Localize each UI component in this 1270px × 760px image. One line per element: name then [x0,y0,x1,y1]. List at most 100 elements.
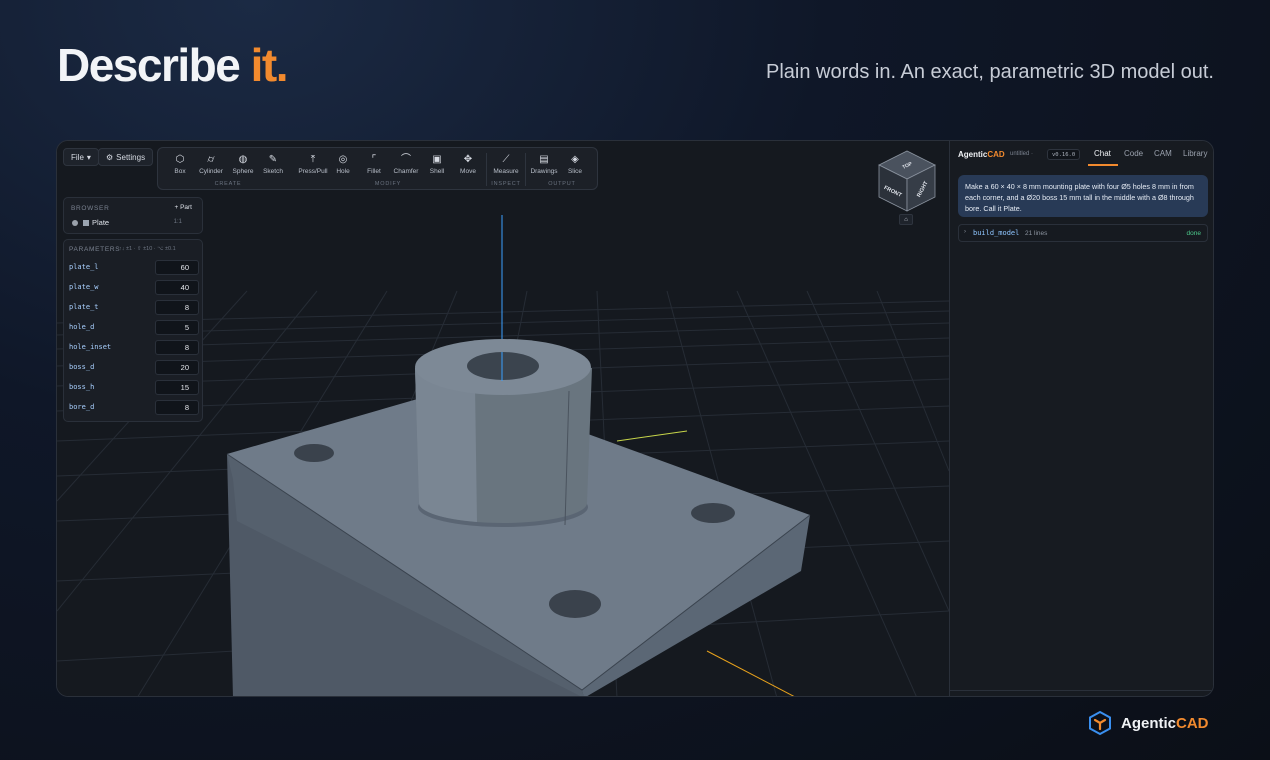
param-value-input[interactable]: 20 [155,360,199,375]
hero-tagline: Plain words in. An exact, parametric 3D … [766,61,1214,83]
tool-slice[interactable]: ◈ Slice [559,154,591,175]
tool-fillet-label: Fillet [367,168,381,175]
param-name: plate_l [69,263,99,271]
home-view-button[interactable]: ⌂ [899,214,913,225]
param-name: boss_d [69,363,95,371]
tab-library[interactable]: Library [1183,149,1207,158]
param-value-input[interactable]: 8 [155,340,199,355]
view-cube[interactable]: TOP FRONT RIGHT [877,149,937,213]
param-value-input[interactable]: 15 [155,380,199,395]
document-icon: ▤ [539,154,549,165]
param-row: plate_w 40 [69,280,199,296]
group-label-inspect: INSPECT [491,181,521,187]
cylinder-icon: ⌭ [207,154,215,165]
shell-icon: ▣ [432,154,442,165]
user-message: Make a 60 × 40 × 8 mm mounting plate wit… [958,175,1208,217]
version-badge: v0.16.0 [1047,149,1081,160]
tool-sketch[interactable]: ✎ Sketch [257,154,289,175]
tool-fillet[interactable]: ⌜ Fillet [358,154,390,175]
param-value-input[interactable]: 40 [155,280,199,295]
param-name: boss_h [69,383,95,391]
axis-y-line [616,430,688,442]
browser-heading: BROWSER [71,205,110,212]
param-row: plate_l 60 [69,260,199,276]
parameters-panel: PARAMETERS ↑↓ ±1 · ⇧ ±10 · ⌥ ±0.1 plate_… [63,239,203,422]
hero-title: Describe it. [57,38,289,92]
tool-drawings-label: Drawings [530,168,558,175]
sphere-icon: ◍ [238,154,248,165]
move-icon: ✥ [463,154,473,165]
param-value-input[interactable]: 8 [155,300,199,315]
tool-call-status: done [1186,230,1201,237]
ruler-icon: ⟋ [502,154,510,165]
tool-box-label: Box [174,168,186,175]
param-name: plate_w [69,283,99,291]
param-value-input[interactable]: 8 [155,400,199,415]
tool-drawings[interactable]: ▤ Drawings [528,154,560,175]
footer-brand-main: Agentic [1121,714,1177,732]
parameters-heading: PARAMETERS [69,246,121,253]
tool-move-label: Move [460,168,476,175]
tool-sketch-label: Sketch [263,168,283,175]
axis-x-line [706,650,795,696]
tool-sphere-label: Sphere [232,168,254,175]
tab-chat[interactable]: Chat [1094,149,1111,158]
param-row: hole_d 5 [69,320,199,336]
tool-slice-label: Slice [567,168,583,175]
tool-move[interactable]: ✥ Move [452,154,484,175]
tab-cam[interactable]: CAM [1154,149,1172,158]
param-value-input[interactable]: 5 [155,320,199,335]
chat-input-area[interactable] [950,690,1213,696]
tool-hole-label: Hole [336,168,350,175]
settings-button[interactable]: ⚙ Settings [98,148,154,166]
document-name[interactable]: untitled · [1010,151,1033,157]
sidebar-brand-main: Agentic [958,150,988,159]
group-label-output: OUTPUT [548,181,576,187]
chevron-down-icon: ▾ [86,152,91,162]
tool-box[interactable]: ⬡ Box [164,154,196,175]
param-name: hole_d [69,323,95,331]
gear-icon: ⚙ [106,152,114,162]
parameters-hint: ↑↓ ±1 · ⇧ ±10 · ⌥ ±0.1 [119,246,176,252]
tab-code[interactable]: Code [1124,149,1143,158]
active-tab-indicator [1088,164,1118,166]
hole-icon: ◎ [338,154,348,165]
pencil-icon: ✎ [268,154,278,165]
tool-cylinder-label: Cylinder [199,168,223,175]
file-menu-button[interactable]: File ▾ [63,148,99,166]
tool-hole[interactable]: ◎ Hole [327,154,359,175]
tool-shell[interactable]: ▣ Shell [421,154,453,175]
add-part-button[interactable]: + Part [174,204,192,211]
param-value-input[interactable]: 60 [155,260,199,275]
param-row: boss_d 20 [69,360,199,376]
param-name: bore_d [69,403,95,411]
logo-icon [1089,710,1111,736]
sidebar: AgenticCAD untitled · v0.16.0 Chat Code … [949,141,1213,696]
layers-icon: ◈ [571,154,579,165]
tool-press-pull[interactable]: ⤒ Press/Pull [296,154,330,175]
tool-measure[interactable]: ⟋ Measure [490,154,522,175]
browser-item-meta: 1:1 [173,219,182,225]
press-pull-icon: ⤒ [310,154,316,165]
param-name: plate_t [69,303,99,311]
footer-brand-accent: CAD [1176,714,1209,732]
chamfer-icon: ⌒ [401,154,411,165]
plate-model[interactable] [226,339,811,697]
tool-chamfer[interactable]: ⌒ Chamfer [390,154,422,175]
fillet-icon: ⌜ [371,154,377,165]
sidebar-brand: AgenticCAD [958,150,1005,159]
chevron-right-icon: › [964,229,966,235]
app-window: File ▾ ⚙ Settings ⬡ Box ⌭ Cylinder ◍ Sphere… [56,140,1214,697]
viewport-3d[interactable]: File ▾ ⚙ Settings ⬡ Box ⌭ Cylinder ◍ Sphere… [57,141,949,697]
tool-sphere[interactable]: ◍ Sphere [227,154,259,175]
visibility-dot-icon[interactable] [72,220,78,226]
part-color-swatch [83,220,89,226]
param-row: hole_inset 8 [69,340,199,356]
tool-call-card[interactable]: › build_model 21 lines done [958,224,1208,242]
footer-brand: AgenticCAD [1087,710,1209,736]
tool-chamfer-label: Chamfer [393,168,419,175]
param-row: bore_d 8 [69,400,199,416]
sidebar-brand-accent: CAD [987,150,1005,159]
tool-cylinder[interactable]: ⌭ Cylinder [195,154,227,175]
browser-item-plate[interactable]: Plate [92,218,109,227]
